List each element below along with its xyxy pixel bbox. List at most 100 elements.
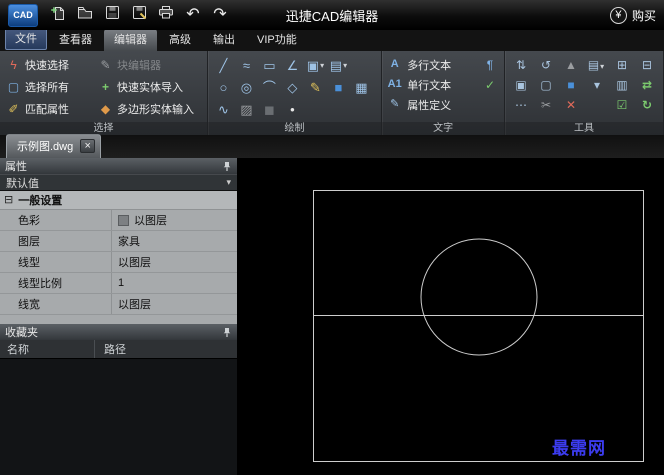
yen-icon: ¥ [609, 6, 627, 24]
save-as-icon [132, 5, 147, 25]
copy-entity-icon[interactable]: ▣ ▾ [304, 55, 327, 76]
property-value[interactable]: 以图层 [112, 252, 237, 272]
undo-button[interactable]: ↶ [181, 4, 205, 26]
tab-editor[interactable]: 编辑器 [104, 29, 157, 51]
delete-icon[interactable]: ✕ [562, 99, 580, 111]
spellcheck-icon[interactable]: ✓ [480, 79, 500, 91]
panel-icon[interactable]: ▥ [613, 79, 631, 91]
property-label: 线型 [0, 252, 112, 272]
table-icon[interactable]: ▦ [350, 77, 373, 98]
general-settings-section[interactable]: ⊟ 一般设置 [0, 191, 237, 210]
tools-dropdown-caret[interactable]: ▾ [588, 79, 606, 91]
favorites-list[interactable] [0, 359, 237, 475]
group-label-draw: 绘制 [207, 122, 382, 135]
property-label: 图层 [0, 231, 112, 251]
save-as-button[interactable] [127, 4, 151, 26]
rotated-rect-icon[interactable]: ◇ [281, 77, 304, 98]
cascade-windows-icon[interactable]: ⊟ [638, 59, 656, 71]
property-value[interactable]: 1 [112, 273, 237, 293]
single-text-button[interactable]: A1 单行文本 ✓ [386, 75, 500, 94]
attribute-define-icon: ✎ [390, 98, 400, 110]
quick-select-label: 快速选择 [25, 60, 69, 72]
explode-icon[interactable]: ▣ [512, 79, 530, 91]
column-header-name[interactable]: 名称 [0, 340, 95, 358]
left-panel: 属性 默认值 ▾ ⊟ 一般设置 色彩 以图层 图层 家具 线型 以图层 线型比例… [0, 158, 238, 475]
drawing-circle [420, 238, 538, 356]
swap-icon[interactable]: ⇄ [638, 79, 656, 91]
circle-icon[interactable]: ○ [212, 77, 235, 98]
tile-windows-icon[interactable]: ⊞ [613, 59, 631, 71]
tab-viewer[interactable]: 查看器 [49, 29, 102, 51]
block-editor-icon: ✎ [100, 58, 111, 72]
save-button[interactable] [100, 4, 124, 26]
property-label: 线型比例 [0, 273, 112, 293]
property-value[interactable]: 家具 [112, 231, 237, 251]
property-value[interactable]: 以图层 [112, 210, 237, 230]
ribbon-group-selection: ϟ 快速选择 ▢ 选择所有 ✐ 匹配属性 ✎ 块编辑器 + 快速实体导入 ◆ 多… [0, 51, 208, 135]
sketch-icon[interactable]: ✎ [304, 77, 327, 98]
properties-panel-header: 属性 [0, 158, 237, 174]
close-icon[interactable]: × [80, 139, 96, 153]
preset-dropdown[interactable]: 默认值 ▾ [0, 174, 237, 191]
clipboard-icon[interactable]: ▢ [537, 79, 555, 91]
mtext-button[interactable]: A 多行文本 ¶ [386, 55, 500, 74]
solid-fill-icon[interactable]: ■ [327, 77, 350, 98]
drawing-canvas[interactable]: 最需网 [238, 158, 664, 475]
hatch-icon[interactable]: ▨ [235, 99, 258, 120]
measure-icon[interactable]: ⇅ [512, 59, 530, 71]
snap-icon[interactable]: ▲ [562, 59, 580, 71]
match-properties-label: 匹配属性 [25, 104, 69, 116]
ellipse-icon[interactable]: ◎ [235, 77, 258, 98]
redo-button[interactable]: ↷ [208, 4, 232, 26]
block-tool-icon[interactable]: ■ [562, 79, 580, 91]
ribbon-tab-row: 文件 查看器 编辑器 高级 输出 VIP功能 [0, 28, 664, 51]
column-header-path[interactable]: 路径 [95, 340, 237, 358]
checklist-icon[interactable]: ☑ [613, 99, 631, 111]
quick-entity-import-button[interactable]: + 快速实体导入 [96, 76, 203, 98]
point-icon[interactable]: • [281, 99, 304, 120]
collapse-icon[interactable]: ⊟ [4, 194, 13, 206]
print-button[interactable] [154, 4, 178, 26]
solid-region-icon[interactable]: ◼ [258, 99, 281, 120]
single-text-label: 单行文本 [407, 79, 452, 92]
buy-button[interactable]: ¥ 购买 [609, 6, 656, 24]
buy-label: 购买 [631, 8, 656, 23]
polygon-entity-input-button[interactable]: ◆ 多边形实体输入 [96, 98, 203, 120]
watermark: 最需网 [552, 439, 606, 458]
property-value[interactable]: 以图层 [112, 294, 237, 314]
block-insert-icon[interactable]: ▤ ▾ [327, 55, 350, 76]
open-file-button[interactable] [73, 4, 97, 26]
property-row-lineweight: 线宽 以图层 [0, 294, 237, 315]
quick-select-button[interactable]: ϟ 快速选择 [4, 54, 90, 76]
cad-logo-text: CAD [13, 10, 33, 20]
title-bar: CAD ↶ ↷ 迅捷CAD编辑器 ¥ 购买 [0, 0, 664, 30]
tab-advanced[interactable]: 高级 [159, 29, 201, 51]
select-all-button[interactable]: ▢ 选择所有 [4, 76, 90, 98]
arc-icon[interactable]: ⌒ [258, 77, 281, 98]
document-tab[interactable]: 示例图.dwg × [6, 134, 102, 158]
polyline-icon[interactable]: ∠ [281, 55, 304, 76]
revcloud-icon[interactable]: ≈ [235, 55, 258, 76]
new-file-button[interactable] [46, 4, 70, 26]
pin-icon[interactable] [222, 327, 232, 338]
rotate-icon[interactable]: ↺ [537, 59, 555, 71]
paragraph-icon[interactable]: ¶ [480, 59, 500, 71]
tab-vip[interactable]: VIP功能 [247, 29, 307, 51]
spline-icon[interactable]: ∿ [212, 99, 235, 120]
more-tools-icon[interactable]: ⋯ [512, 99, 530, 111]
tab-file[interactable]: 文件 [5, 28, 47, 50]
match-properties-button[interactable]: ✐ 匹配属性 [4, 98, 90, 120]
tab-output[interactable]: 输出 [203, 29, 245, 51]
rectangle-icon[interactable]: ▭ [258, 55, 281, 76]
pin-icon[interactable] [222, 161, 232, 172]
attribute-define-button[interactable]: ✎ 属性定义 [386, 95, 500, 114]
cut-icon[interactable]: ✂ [537, 99, 555, 111]
group-label-tools: 工具 [505, 122, 663, 135]
refresh-icon[interactable]: ↻ [638, 99, 656, 111]
block-editor-button[interactable]: ✎ 块编辑器 [96, 54, 203, 76]
mtext-icon: A [390, 58, 399, 70]
cad-logo[interactable]: CAD [8, 3, 38, 27]
line-icon[interactable]: ╱ [212, 55, 235, 76]
layers-dropdown[interactable]: ▤▾ [587, 59, 605, 71]
mtext-label: 多行文本 [407, 59, 452, 72]
